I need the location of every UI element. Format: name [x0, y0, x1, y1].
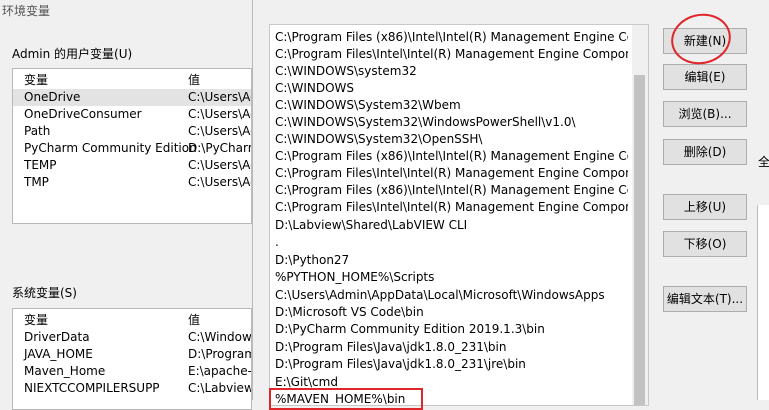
path-item[interactable]: D:\Python27: [275, 252, 628, 269]
edge-partial-text: 全: [758, 155, 769, 169]
path-item[interactable]: C:\Program Files\Intel\Intel(R) Manageme…: [275, 165, 628, 182]
path-item[interactable]: D:\Microsoft VS Code\bin: [275, 304, 628, 321]
col-header-value[interactable]: 值: [188, 311, 200, 328]
table-row[interactable]: TMP C:\Users\Ad: [13, 174, 251, 191]
col-header-variable[interactable]: 变量: [24, 311, 48, 328]
path-item[interactable]: C:\Users\Admin\AppData\Local\Microsoft\W…: [275, 287, 628, 304]
system-vars-list[interactable]: 变量 值 DriverData C:\Windows JAVA_HOME D:\Pr…: [12, 308, 252, 410]
col-header-value[interactable]: 值: [188, 71, 200, 88]
list-header: 变量 值: [13, 69, 251, 88]
table-row[interactable]: DriverData C:\Windows: [13, 329, 251, 346]
table-row[interactable]: TEMP C:\Users\Ad: [13, 157, 251, 174]
table-row[interactable]: OneDrive C:\Users\Ad: [13, 89, 251, 106]
new-button[interactable]: 新建(N): [663, 28, 747, 54]
path-item[interactable]: D:\Program Files\Java\jdk1.8.0_231\jre\b…: [275, 356, 628, 373]
system-vars-label: 系统变量(S): [12, 286, 77, 300]
browse-button[interactable]: 浏览(B)...: [663, 101, 747, 127]
edit-text-button[interactable]: 编辑文本(T)...: [663, 286, 747, 312]
edit-env-variable-dialog: C:\Program Files (x86)\Intel\Intel(R) Ma…: [252, 0, 769, 410]
path-item[interactable]: C:\WINDOWS\System32\OpenSSH\: [275, 131, 628, 148]
col-header-variable[interactable]: 变量: [24, 71, 48, 88]
path-item[interactable]: D:\Program Files\Java\jdk1.8.0_231\bin: [275, 339, 628, 356]
path-item[interactable]: C:\Program Files (x86)\Intel\Intel(R) Ma…: [275, 148, 628, 165]
table-row[interactable]: Path C:\Users\Ad: [13, 123, 251, 140]
path-item[interactable]: D:\Labview\Shared\LabVIEW CLI: [275, 217, 628, 234]
table-row[interactable]: PyCharm Community EditionD:\PyCharm: [13, 140, 251, 157]
table-row[interactable]: JAVA_HOME D:\Program: [13, 346, 251, 363]
scrollbar-thumb[interactable]: [634, 75, 645, 405]
user-vars-list[interactable]: 变量 值 OneDrive C:\Users\Ad OneDriveConsume…: [12, 68, 252, 224]
path-item[interactable]: C:\WINDOWS\system32: [275, 63, 628, 80]
window-title: 环境变量: [2, 4, 51, 18]
list-header: 变量 值: [13, 309, 251, 328]
move-down-button[interactable]: 下移(O): [663, 231, 747, 257]
vertical-scrollbar[interactable]: [632, 25, 648, 405]
delete-button[interactable]: 删除(D): [663, 139, 747, 165]
path-item[interactable]: C:\WINDOWS\System32\Wbem: [275, 97, 628, 114]
path-item[interactable]: C:\WINDOWS\System32\WindowsPowerShell\v1…: [275, 114, 628, 131]
path-item[interactable]: .: [275, 234, 628, 251]
path-item[interactable]: %MAVEN_HOME%\bin: [275, 391, 628, 405]
path-item[interactable]: %PYTHON_HOME%\Scripts: [275, 269, 628, 286]
edge-window-strip: [757, 205, 769, 400]
path-item[interactable]: E:\Git\cmd: [275, 374, 628, 391]
path-item[interactable]: D:\PyCharm Community Edition 2019.1.3\bi…: [275, 321, 628, 338]
path-item[interactable]: C:\WINDOWS: [275, 80, 628, 97]
table-row[interactable]: NIEXTCCOMPILERSUPP C:\Labview\: [13, 380, 251, 397]
path-item[interactable]: C:\Program Files\Intel\Intel(R) Manageme…: [275, 46, 628, 63]
path-item[interactable]: C:\Program Files\Intel\Intel(R) Manageme…: [275, 199, 628, 216]
table-row[interactable]: OneDriveConsumer C:\Users\Ad: [13, 106, 251, 123]
table-row[interactable]: Maven_HomeE:\apache-m: [13, 363, 251, 380]
path-item[interactable]: C:\Program Files (x86)\Intel\Intel(R) Ma…: [275, 29, 628, 46]
path-entries-list[interactable]: C:\Program Files (x86)\Intel\Intel(R) Ma…: [269, 24, 649, 406]
edit-button[interactable]: 编辑(E): [663, 64, 747, 90]
user-vars-label: Admin 的用户变量(U): [12, 47, 133, 61]
move-up-button[interactable]: 上移(U): [663, 194, 747, 220]
path-item[interactable]: C:\Program Files (x86)\Intel\Intel(R) Ma…: [275, 182, 628, 199]
env-variables-window: 环境变量 Admin 的用户变量(U) 变量 值 OneDrive C:\User…: [0, 0, 260, 410]
